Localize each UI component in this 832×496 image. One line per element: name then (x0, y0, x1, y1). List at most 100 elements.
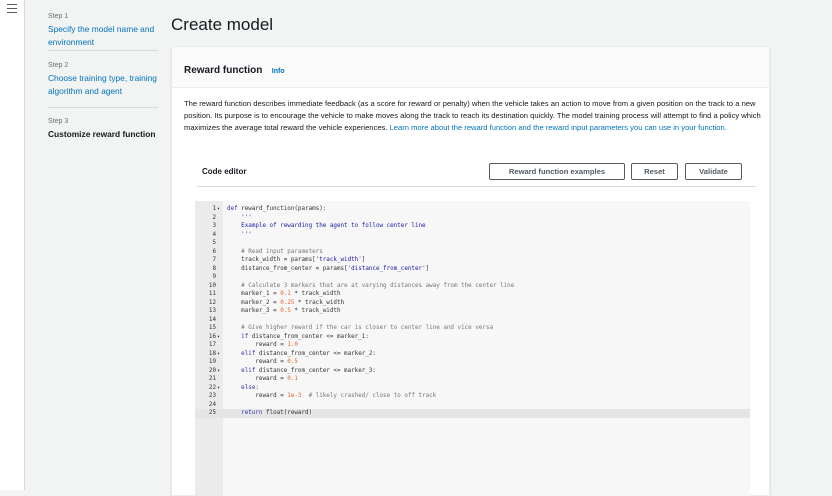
code-token: Example of rewarding the agent to follow… (227, 223, 426, 229)
code-token: float(reward) (266, 410, 313, 416)
code-token: * track_width (290, 308, 341, 314)
code-line[interactable]: 15 # Give higher reward if the car is cl… (195, 324, 750, 333)
code-line[interactable]: 11 marker_1 = 0.1 * track_width (195, 290, 750, 299)
code-line[interactable]: 10 # Calculate 3 markers that are at var… (195, 282, 750, 291)
code-token: 0.1 (287, 376, 298, 382)
line-number: 18 (208, 350, 216, 357)
line-number: 7 (212, 257, 216, 263)
step-1-link[interactable]: Specify the model name and environment (48, 23, 163, 48)
code-token: reward = (227, 393, 288, 399)
wizard-steps: Step 1 Specify the model name and enviro… (48, 12, 163, 141)
step-1-number: Step 1 (48, 13, 69, 20)
code-line[interactable]: 14 (195, 316, 750, 325)
line-number: 22 (208, 384, 216, 391)
line-number: 6 (212, 248, 216, 255)
code-line[interactable]: 21 reward = 0.1 (195, 375, 750, 384)
code-line[interactable]: 23 reward = 1e-3 # likely crashed/ close… (195, 392, 750, 401)
code-token: 0.1 (280, 291, 291, 297)
code-line[interactable]: 8 distance_from_center = params['distanc… (195, 265, 750, 274)
code-text: if distance_from_center <= marker_1: (227, 333, 369, 342)
code-line[interactable]: 19 reward = 0.5 (195, 358, 750, 367)
code-line[interactable]: 12 marker_2 = 0.25 * track_width (195, 299, 750, 308)
code-line[interactable]: 1 ▾ def reward_function(params): (195, 205, 750, 214)
code-token: : (255, 384, 259, 391)
line-number: 4 (212, 231, 216, 238)
reward-function-examples-button[interactable]: Reward function examples (489, 163, 625, 180)
code-text (227, 239, 241, 248)
code-text: elif distance_from_center <= marker_3: (227, 367, 376, 376)
step-1: Step 1 Specify the model name and enviro… (48, 12, 163, 50)
reset-button[interactable]: Reset (631, 163, 678, 180)
code-line[interactable]: 6 # Read input parameters (195, 248, 750, 257)
code-line[interactable]: 4 ''' (195, 231, 750, 240)
code-line[interactable]: 22 ▾ else: (195, 384, 750, 393)
fold-arrow-icon[interactable]: ▾ (217, 333, 220, 342)
code-token: # likely crashed/ close to off track (308, 393, 437, 399)
code-text: elif distance_from_center <= marker_2: (227, 350, 376, 359)
code-line[interactable]: 2 ''' (195, 214, 750, 223)
line-number: 5 (212, 240, 216, 246)
learn-more-link[interactable]: Learn more about the reward function and… (390, 123, 727, 132)
code-line[interactable]: 24 (195, 401, 750, 410)
validate-button[interactable]: Validate (685, 163, 742, 180)
line-number: 24 (208, 401, 216, 408)
code-token: return (227, 410, 267, 416)
reward-function-panel: Reward function Info The reward function… (171, 46, 770, 496)
code-line[interactable]: 25 return float(reward) (195, 409, 750, 418)
code-token: 0.5 (280, 308, 291, 314)
line-number: 15 (208, 325, 216, 331)
code-text (227, 401, 241, 410)
code-editor[interactable]: 1 ▾ def reward_function(params): 2 ''' 3 Exa… (195, 201, 750, 496)
fold-arrow-icon[interactable]: ▾ (217, 350, 220, 359)
fold-arrow-icon[interactable]: ▾ (217, 367, 220, 376)
line-number: 9 (212, 274, 216, 280)
step-divider (48, 50, 158, 51)
line-number: 17 (208, 342, 216, 348)
code-token: distance_from_center = params[ (227, 265, 348, 272)
line-number: 3 (212, 223, 216, 229)
step-2-link[interactable]: Choose training type, training algorithm… (48, 72, 163, 97)
line-number: 25 (208, 410, 216, 416)
code-token: ''' (227, 214, 252, 221)
code-token: 0.25 (280, 299, 295, 306)
code-line[interactable]: 9 (195, 273, 750, 282)
code-line[interactable]: 16 ▾ if distance_from_center <= marker_1: (195, 333, 750, 342)
code-token: 0.5 (287, 359, 298, 365)
hamburger-icon[interactable] (7, 4, 17, 13)
code-line[interactable]: 13 marker_3 = 0.5 * track_width (195, 307, 750, 316)
code-token: distance_from_center <= marker_2: (258, 350, 376, 357)
line-number: 19 (208, 359, 216, 365)
code-token: marker_2 = (227, 299, 281, 306)
code-line[interactable]: 17 reward = 1.0 (195, 341, 750, 350)
code-text: reward = 0.1 (227, 375, 298, 384)
fold-arrow-icon[interactable]: ▾ (217, 384, 220, 393)
code-token: reward = (227, 359, 288, 365)
code-text: # Give higher reward if the car is close… (227, 324, 493, 333)
code-text: Example of rewarding the agent to follow… (227, 222, 426, 231)
code-line[interactable]: 5 (195, 239, 750, 248)
code-line[interactable]: 7 track_width = params['track_width'] (195, 256, 750, 265)
code-line[interactable]: 3 Example of rewarding the agent to foll… (195, 222, 750, 231)
code-token: # Read input parameters (227, 248, 323, 255)
code-text: # Read input parameters (227, 248, 323, 257)
reward-function-description: The reward function describes immediate … (184, 98, 762, 134)
line-number: 20 (208, 367, 216, 374)
fold-arrow-icon[interactable]: ▾ (217, 205, 220, 214)
code-editor-divider (197, 186, 756, 187)
line-number: 12 (208, 299, 216, 306)
code-text: marker_1 = 0.1 * track_width (227, 290, 340, 299)
code-line[interactable]: 20 ▾ elif distance_from_center <= marker_… (195, 367, 750, 376)
code-token: ] (425, 265, 430, 272)
code-token: * track_width (294, 299, 345, 306)
step-2-number: Step 2 (48, 62, 69, 69)
code-token: 1.0 (287, 342, 298, 348)
code-token: marker_1 = (227, 291, 281, 297)
info-link[interactable]: Info (272, 68, 285, 75)
code-token: reward = (227, 342, 288, 348)
code-token: # Give higher reward if the car is close… (227, 325, 493, 331)
left-navigation-rail (0, 0, 25, 490)
step-3-number: Step 3 (48, 118, 69, 125)
code-line[interactable]: 18 ▾ elif distance_from_center <= marker_… (195, 350, 750, 359)
